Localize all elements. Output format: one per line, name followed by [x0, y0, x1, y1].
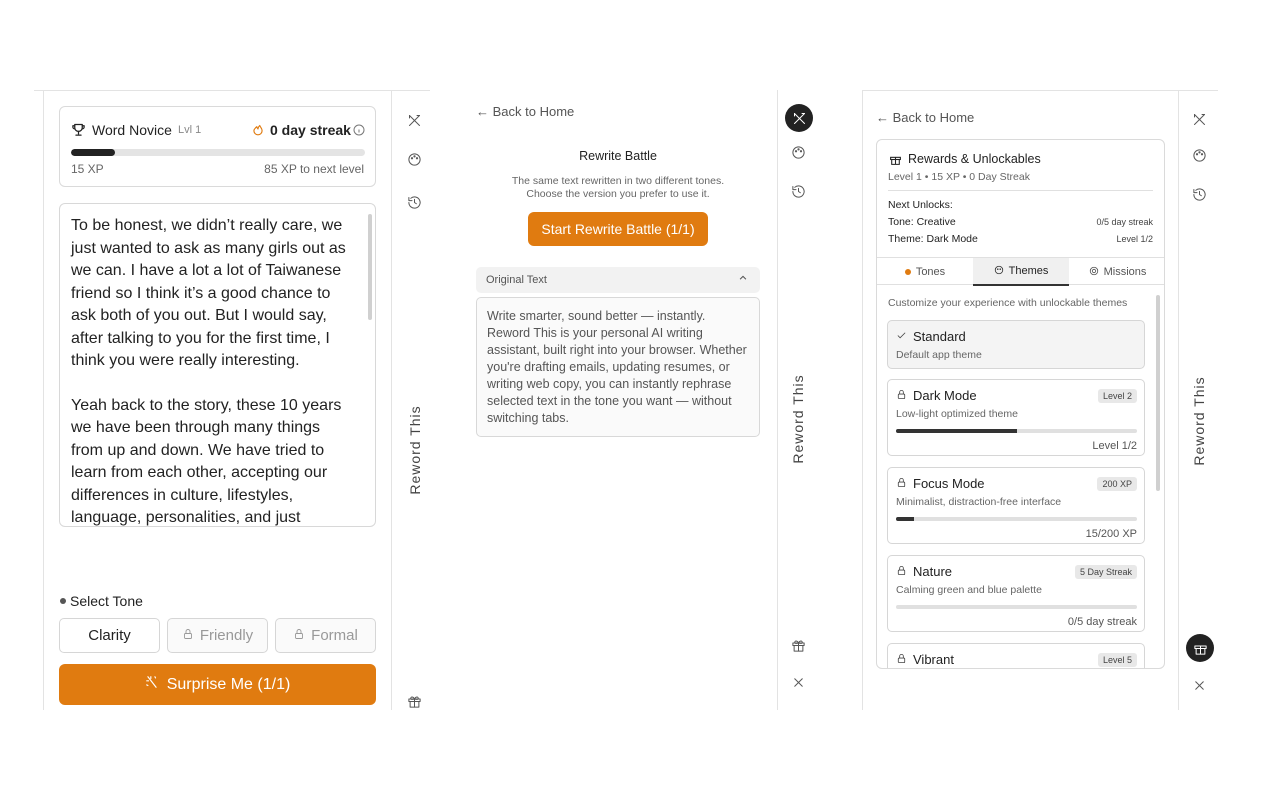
- level-title: Word Novice: [92, 122, 172, 138]
- tones-dot-icon: [904, 269, 911, 275]
- level-badge: Lvl 1: [178, 124, 202, 136]
- back-to-home-link[interactable]: ← Back to Home: [476, 104, 574, 119]
- streak-label: 0 day streak: [270, 122, 351, 138]
- text-paragraph: To be honest, we didn’t really care, we …: [71, 217, 346, 369]
- gift-icon[interactable]: [405, 692, 423, 710]
- tab-missions[interactable]: Missions: [1069, 258, 1164, 286]
- swords-icon[interactable]: [1190, 110, 1208, 128]
- battle-subtitle-1: The same text rewritten in two different…: [511, 175, 725, 187]
- gift-icon: [889, 153, 902, 171]
- close-icon[interactable]: [1190, 676, 1208, 694]
- xp-next: 85 XP to next level: [264, 162, 364, 176]
- theme-desc: Minimalist, distraction-free interface: [896, 496, 1062, 508]
- swords-icon[interactable]: [785, 104, 813, 132]
- theme-badge: Level 2: [1097, 389, 1137, 403]
- back-to-home-link[interactable]: ← Back to Home: [876, 110, 974, 125]
- lock-icon: [896, 388, 907, 403]
- tone-label: Formal: [311, 627, 358, 644]
- lock-icon: [896, 476, 907, 491]
- palette-icon[interactable]: [789, 143, 807, 161]
- theme-progress-text: Level 1/2: [1092, 440, 1137, 452]
- lock-icon: [896, 652, 907, 667]
- scrollbar[interactable]: [1156, 295, 1160, 491]
- target-icon: [1089, 266, 1099, 279]
- rewards-title: Rewards & Unlockables: [908, 152, 1041, 166]
- tab-themes[interactable]: Themes: [973, 258, 1069, 286]
- tone-friendly-button[interactable]: Friendly: [167, 618, 268, 653]
- input-text-area[interactable]: To be honest, we didn’t really care, we …: [59, 203, 376, 527]
- original-text-box: Write smarter, sound better — instantly.…: [476, 297, 760, 437]
- tone-label: Friendly: [199, 627, 254, 644]
- history-icon[interactable]: [1190, 185, 1208, 203]
- themes-intro: Customize your experience with unlockabl…: [888, 297, 1128, 309]
- palette-icon: [994, 265, 1004, 278]
- tone-formal-button[interactable]: Formal: [275, 618, 376, 653]
- battle-subtitle-2: Choose the version you prefer to use it.: [526, 188, 710, 200]
- check-icon: [896, 329, 907, 344]
- trophy-icon: [71, 122, 86, 142]
- lock-icon: [896, 564, 907, 579]
- unlock-req: Level 1/2: [1116, 234, 1153, 244]
- text-paragraph: Yeah back to the story, these 10 years w…: [71, 396, 342, 527]
- theme-desc: Calming green and blue palette: [896, 584, 1042, 596]
- brand-rail-label: Reword This: [407, 405, 423, 495]
- theme-card-focus-mode[interactable]: Focus Mode 200 XP Minimalist, distractio…: [887, 467, 1145, 544]
- chevron-up-icon: [738, 273, 748, 286]
- theme-card-vibrant[interactable]: Vibrant Level 5: [887, 643, 1145, 668]
- history-icon[interactable]: [405, 193, 423, 211]
- battle-title: Rewrite Battle: [579, 149, 657, 163]
- brand-rail-label: Reword This: [1191, 376, 1207, 466]
- tone-clarity-button[interactable]: Clarity: [59, 618, 160, 653]
- theme-progress-text: 0/5 day streak: [1067, 616, 1137, 628]
- sparkles-icon: [145, 675, 159, 694]
- lock-icon: [182, 627, 194, 644]
- surprise-label: Surprise Me (1/1): [166, 675, 291, 693]
- next-unlocks-label: Next Unlocks:: [888, 199, 953, 211]
- theme-badge: Level 5: [1097, 653, 1137, 667]
- close-icon[interactable]: [789, 673, 807, 691]
- brand-rail-label: Reword This: [790, 374, 806, 464]
- palette-icon[interactable]: [1190, 146, 1208, 164]
- theme-desc: Low-light optimized theme: [896, 408, 1018, 420]
- theme-badge: 200 XP: [1097, 477, 1137, 491]
- surprise-me-button[interactable]: Surprise Me (1/1): [59, 664, 376, 705]
- xp-progress-bar: [71, 149, 365, 156]
- scrollbar[interactable]: [368, 214, 372, 320]
- theme-progress-bar: [896, 517, 1137, 521]
- original-text-header[interactable]: Original Text: [476, 267, 760, 293]
- unlock-req: 0/5 day streak: [1096, 217, 1153, 227]
- swords-icon[interactable]: [405, 111, 423, 129]
- info-icon[interactable]: [353, 123, 365, 141]
- gift-icon[interactable]: [789, 636, 807, 654]
- tab-tones[interactable]: Tones: [877, 258, 973, 286]
- start-battle-button[interactable]: Start Rewrite Battle (1/1): [528, 212, 708, 246]
- xp-current: 15 XP: [71, 162, 104, 176]
- level-card: Word Novice Lvl 1 0 day streak 15 XP 85 …: [59, 106, 376, 187]
- theme-progress-text: 15/200 XP: [1085, 528, 1137, 540]
- tone-dot: [60, 598, 66, 604]
- rewards-card: Rewards & Unlockables Level 1 • 15 XP • …: [876, 139, 1165, 669]
- theme-progress-bar: [896, 605, 1137, 609]
- unlock-name: Tone: Creative: [888, 216, 956, 228]
- arrow-left-icon: ←: [876, 110, 889, 125]
- rewards-subtitle: Level 1 • 15 XP • 0 Day Streak: [888, 171, 1030, 183]
- arrow-left-icon: ←: [476, 104, 489, 119]
- gift-icon[interactable]: [1186, 634, 1214, 662]
- tone-label: Clarity: [88, 627, 131, 644]
- unlock-name: Theme: Dark Mode: [888, 233, 978, 245]
- theme-progress-bar: [896, 429, 1137, 433]
- theme-card-dark-mode[interactable]: Dark Mode Level 2 Low-light optimized th…: [887, 379, 1145, 456]
- theme-card-standard[interactable]: Standard Default app theme: [887, 320, 1145, 369]
- palette-icon[interactable]: [405, 150, 423, 168]
- theme-badge: 5 Day Streak: [1074, 565, 1137, 579]
- theme-desc: Default app theme: [896, 349, 982, 361]
- lock-icon: [293, 627, 305, 644]
- flame-icon: [251, 121, 265, 142]
- select-tone-label: Select Tone: [70, 593, 143, 609]
- theme-card-nature[interactable]: Nature 5 Day Streak Calming green and bl…: [887, 555, 1145, 632]
- history-icon[interactable]: [789, 182, 807, 200]
